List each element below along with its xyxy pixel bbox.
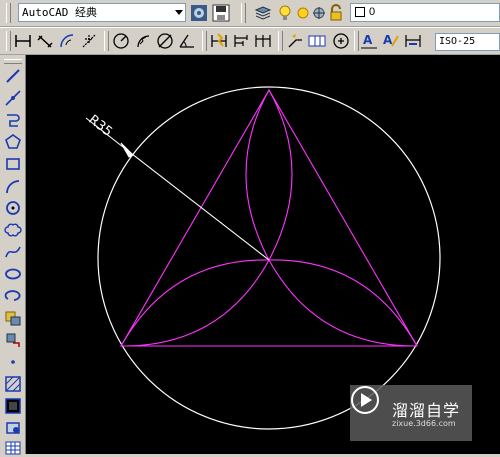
ellipse-arc-icon[interactable]	[4, 287, 22, 305]
dimension-arrowhead	[120, 142, 134, 158]
chevron-down-icon[interactable]	[175, 10, 183, 15]
circle-icon[interactable]	[4, 199, 22, 217]
arc-icon[interactable]	[4, 177, 22, 195]
region-icon[interactable]	[4, 419, 22, 437]
toolbar-grip	[104, 31, 109, 51]
arc-length-dim-icon[interactable]	[58, 32, 76, 50]
polyline-icon[interactable]	[4, 111, 22, 129]
quick-leader-icon[interactable]	[286, 32, 304, 50]
continue-dim-icon[interactable]	[254, 32, 272, 50]
radius-dimension-text: R35	[86, 112, 115, 140]
petal-left-lower-arc	[120, 259, 270, 347]
layer-value: 0	[369, 6, 376, 18]
layer-dropdown[interactable]: 0	[350, 3, 500, 22]
workspace-settings-icon[interactable]	[190, 4, 208, 22]
spline-icon[interactable]	[4, 243, 22, 261]
workspace-layer-toolbar: AutoCAD 经典 0	[0, 0, 500, 27]
revision-cloud-icon[interactable]	[4, 221, 22, 239]
quick-dim-icon[interactable]	[210, 32, 228, 50]
jogged-dim-icon[interactable]	[134, 32, 152, 50]
ellipse-icon[interactable]	[4, 265, 22, 283]
toolbar-grip[interactable]	[4, 59, 22, 64]
toolbar-grip[interactable]	[6, 31, 11, 51]
dimstyle-dropdown[interactable]: ISO-25	[435, 33, 500, 51]
dim-text-edit-icon[interactable]: A	[382, 32, 400, 50]
svg-text:A: A	[363, 33, 373, 47]
dimstyle-value: ISO-25	[439, 36, 476, 47]
drawing-canvas[interactable]: R35 溜溜自学 zixue.3d66.com	[26, 55, 500, 454]
gradient-icon[interactable]	[4, 397, 22, 415]
radius-dimension-line	[122, 146, 270, 261]
toolbar-grip	[354, 31, 359, 51]
petal-left-upper-arc	[120, 259, 270, 347]
make-block-icon[interactable]	[4, 331, 22, 349]
dimension-toolbar: A A ISO-25	[0, 27, 500, 55]
hatch-icon[interactable]	[4, 375, 22, 393]
insert-block-icon[interactable]	[4, 309, 22, 327]
radius-dim-icon[interactable]	[112, 32, 130, 50]
freeze-icon[interactable]	[310, 4, 328, 22]
dim-update-icon[interactable]	[404, 32, 422, 50]
petal-right-lower-arc	[268, 259, 418, 347]
center-mark-icon[interactable]	[332, 32, 350, 50]
watermark-title: 溜溜自学	[392, 401, 461, 420]
layer-manager-icon[interactable]	[254, 4, 272, 22]
point-icon[interactable]	[4, 353, 22, 371]
draw-toolbar	[0, 55, 26, 457]
polygon-icon[interactable]	[4, 133, 22, 151]
toolbar-grip	[278, 31, 283, 51]
save-workspace-icon[interactable]	[212, 4, 230, 22]
rectangle-icon[interactable]	[4, 155, 22, 173]
petal-top-right-arc	[268, 89, 293, 261]
toolbar-grip	[202, 31, 207, 51]
petal-right-upper-arc	[268, 259, 418, 347]
angular-dim-icon[interactable]	[178, 32, 196, 50]
equilateral-triangle	[120, 88, 418, 347]
outer-circle	[97, 86, 441, 430]
table-icon[interactable]	[4, 439, 22, 457]
play-logo-icon	[351, 386, 379, 414]
linear-dim-icon[interactable]	[14, 32, 32, 50]
baseline-dim-icon[interactable]	[232, 32, 250, 50]
workspace-value: AutoCAD 经典	[22, 6, 97, 19]
tolerance-icon[interactable]	[308, 32, 326, 50]
diameter-dim-icon[interactable]	[156, 32, 174, 50]
watermark: 溜溜自学 zixue.3d66.com	[350, 385, 472, 441]
petal-top-left-arc	[245, 89, 270, 261]
lock-icon[interactable]	[327, 4, 345, 22]
construction-line-icon[interactable]	[4, 89, 22, 107]
watermark-url: zixue.3d66.com	[392, 419, 456, 428]
dim-edit-icon[interactable]: A	[360, 32, 378, 50]
toolbar-grip[interactable]	[241, 3, 246, 23]
aligned-dim-icon[interactable]	[36, 32, 54, 50]
workspace-dropdown[interactable]: AutoCAD 经典	[18, 3, 186, 22]
light-bulb-icon[interactable]	[276, 4, 294, 22]
line-icon[interactable]	[4, 67, 22, 85]
ordinate-dim-icon[interactable]	[80, 32, 98, 50]
color-swatch-icon	[355, 7, 365, 18]
toolbar-grip[interactable]	[6, 3, 11, 23]
